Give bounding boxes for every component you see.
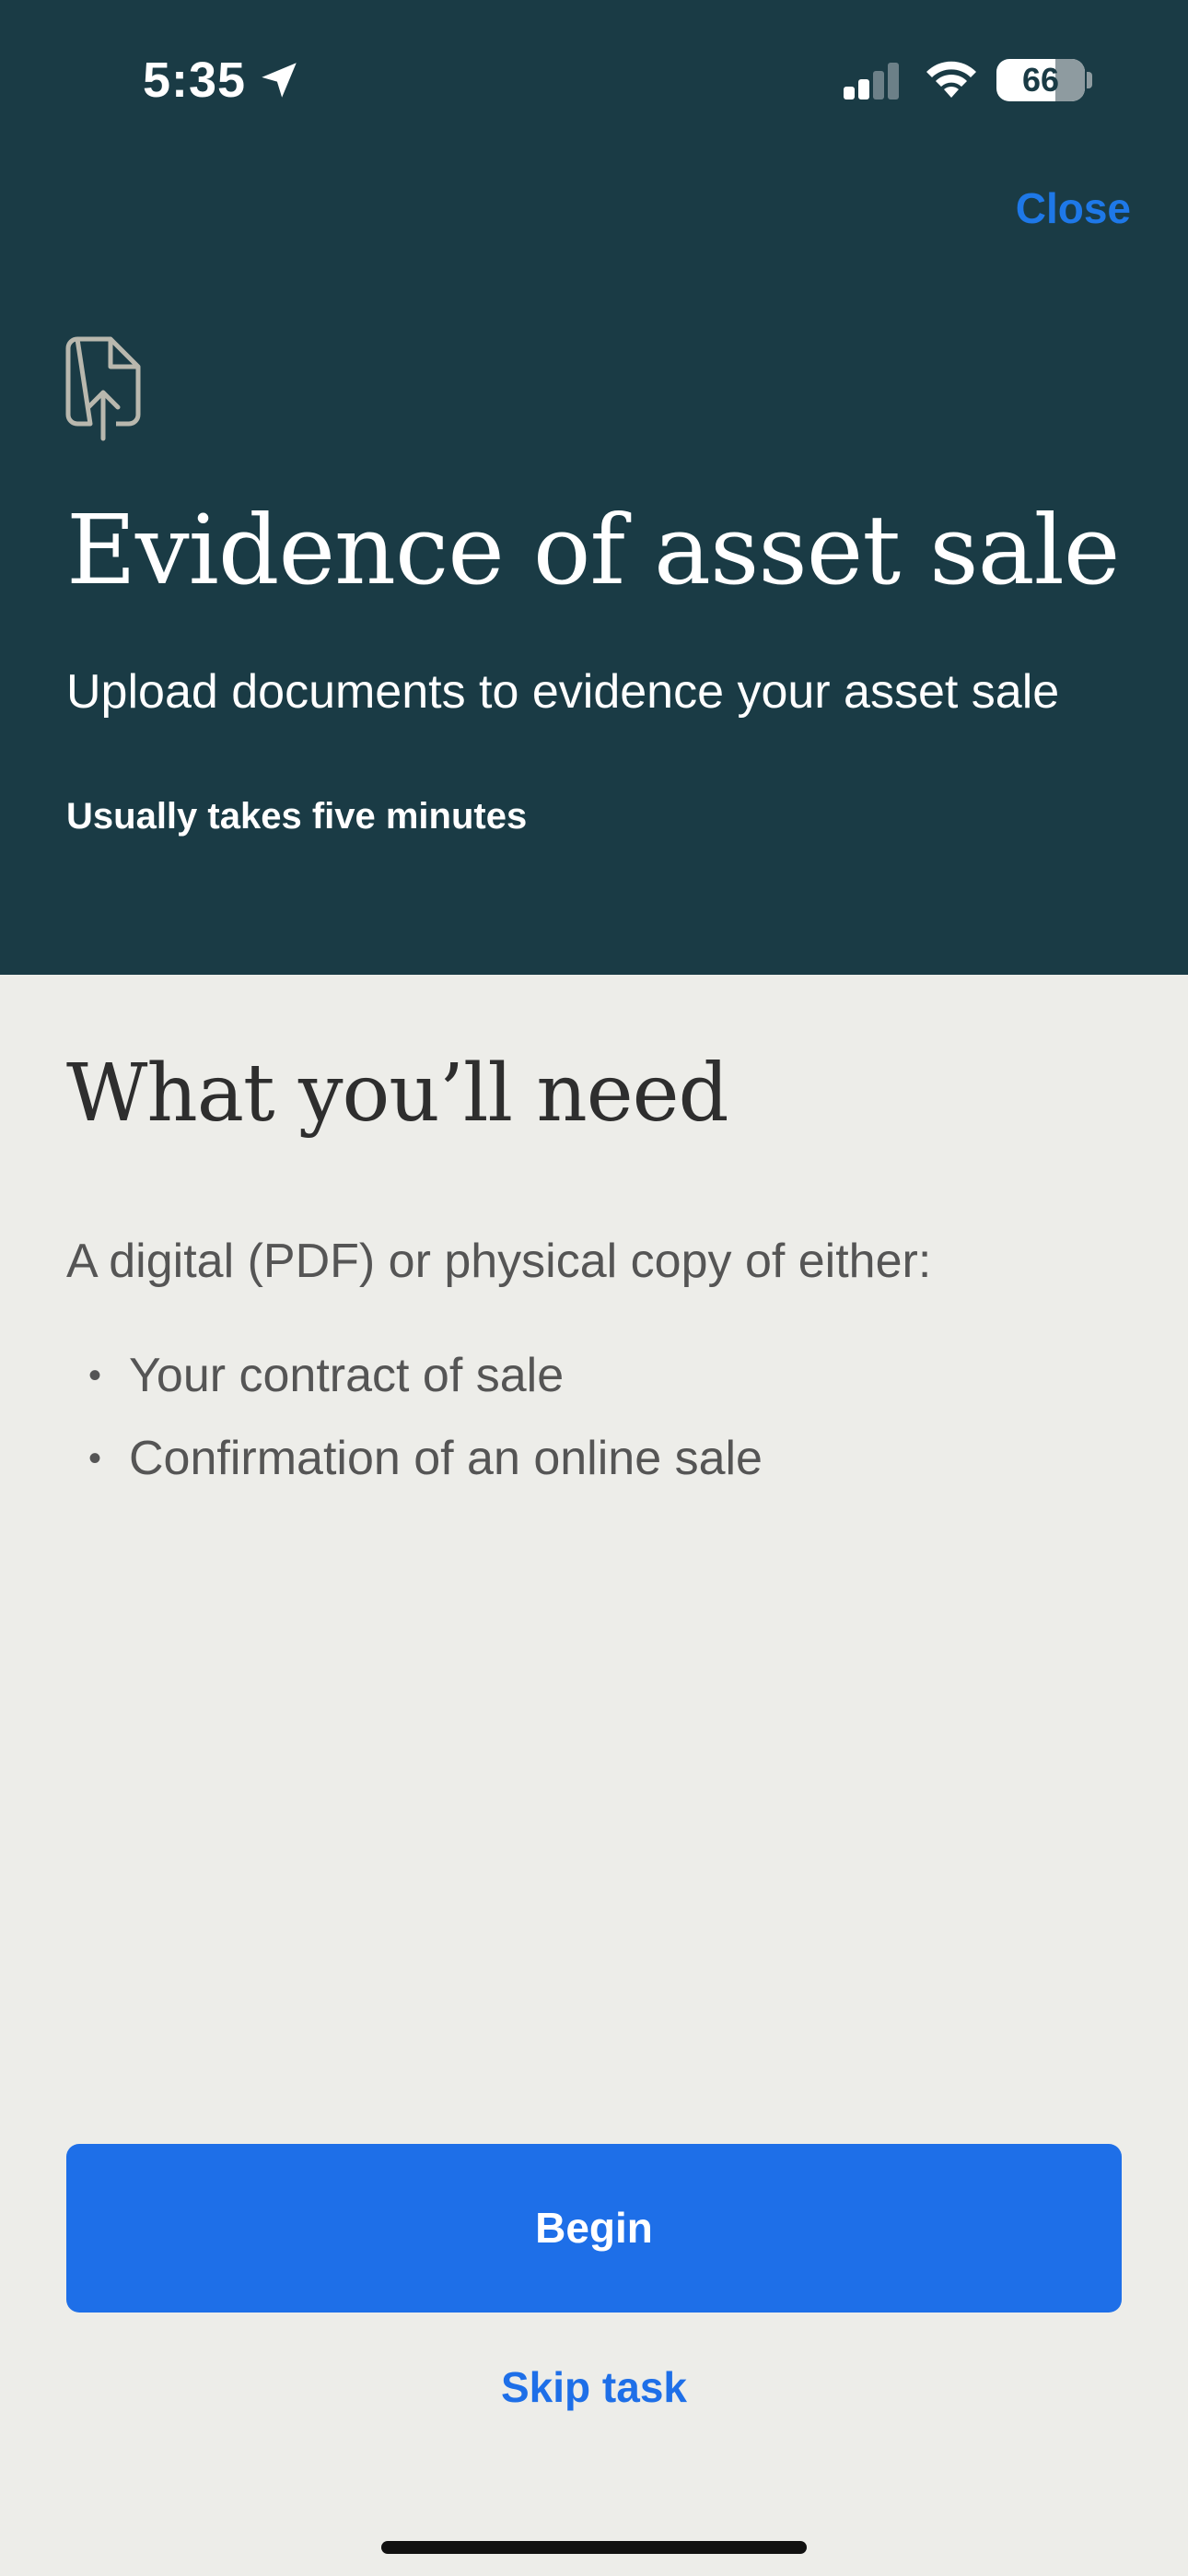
list-item-label: Confirmation of an online sale [129,1432,763,1485]
page-title: Evidence of asset sale [66,494,1120,606]
header-panel: 5:35 66 Close Evidence of asset sale Upl… [0,0,1188,975]
wifi-icon [926,61,976,98]
section-heading: What you’ll need [66,1048,729,1140]
battery-level: 66 [1021,61,1060,99]
bullet-icon: • [88,1438,102,1479]
skip-task-button[interactable]: Skip task [0,2355,1188,2419]
requirements-list: • Your contract of sale • Confirmation o… [66,1334,763,1500]
file-upload-icon [65,336,141,441]
begin-button[interactable]: Begin [66,2144,1122,2313]
bullet-icon: • [88,1355,102,1396]
location-arrow-icon [262,63,297,98]
requirements-intro: A digital (PDF) or physical copy of eith… [66,1235,932,1288]
list-item-label: Your contract of sale [129,1349,565,1402]
signal-icon [844,63,899,100]
home-indicator[interactable] [381,2541,807,2554]
list-item: • Your contract of sale [66,1334,763,1417]
status-time: 5:35 [143,53,247,108]
duration-note: Usually takes five minutes [66,796,528,837]
list-item: • Confirmation of an online sale [66,1417,763,1500]
battery-icon: 66 [996,59,1085,101]
close-button[interactable]: Close [1016,181,1131,236]
battery-tip [1087,72,1092,88]
page-subtitle: Upload documents to evidence your asset … [66,665,1060,719]
